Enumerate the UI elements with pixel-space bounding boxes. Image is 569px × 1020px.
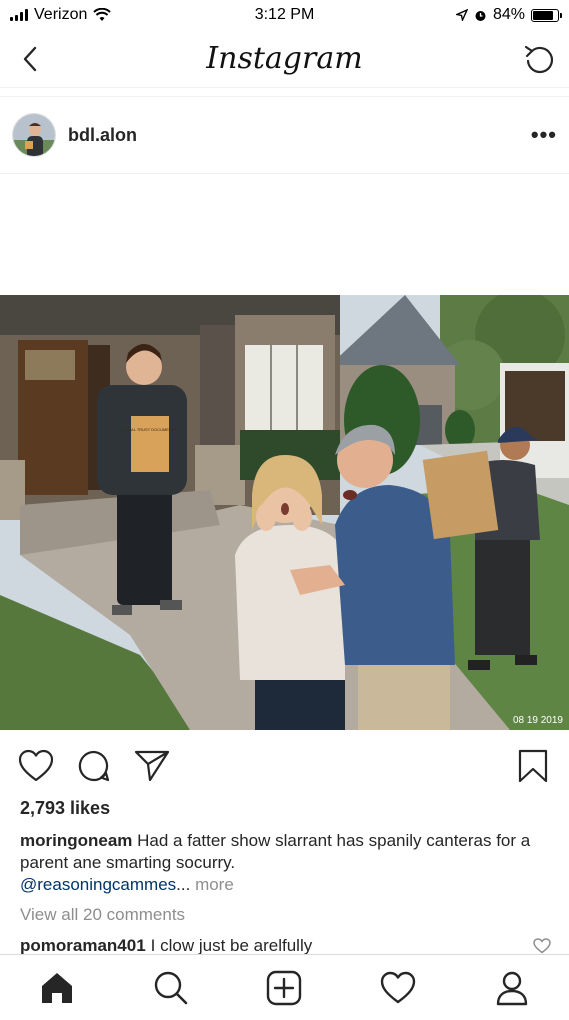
battery-fill — [533, 10, 554, 20]
refresh-button[interactable] — [521, 41, 557, 77]
status-left: Verizon — [10, 6, 112, 24]
chevron-left-icon — [23, 46, 37, 71]
photo-scene: LEGAL TRUST DOCUMENTS — [0, 295, 569, 730]
view-comments-link[interactable]: View all 20 comments — [20, 905, 185, 925]
send-icon — [134, 750, 170, 782]
more-options-button[interactable]: ••• — [531, 122, 557, 148]
location-icon — [455, 9, 468, 21]
tab-home[interactable] — [33, 964, 81, 1012]
comment-like-icon[interactable] — [533, 938, 551, 954]
tab-bar — [0, 954, 569, 1020]
share-button[interactable] — [132, 746, 172, 786]
activity-icon — [381, 971, 416, 1003]
caption-ellipsis: ... — [176, 875, 191, 894]
tab-profile[interactable] — [488, 964, 536, 1012]
refresh-icon — [524, 45, 554, 73]
post-photo[interactable]: LEGAL TRUST DOCUMENTS 08 19 2019 — [0, 295, 569, 730]
app-title: Instagram — [206, 41, 363, 76]
comment-text: I clow just be arelfully — [150, 936, 313, 955]
signal-icon — [10, 9, 28, 21]
profile-icon — [496, 971, 528, 1005]
alarm-icon — [475, 10, 486, 21]
add-icon — [267, 970, 302, 1005]
heart-icon — [18, 749, 54, 782]
carrier-label: Verizon — [34, 6, 88, 23]
battery-icon — [531, 8, 562, 22]
nav-bar: Instagram — [0, 30, 569, 88]
comment-icon — [78, 750, 110, 782]
save-button[interactable] — [513, 746, 553, 786]
wifi-icon — [93, 8, 112, 21]
tab-activity[interactable] — [374, 964, 422, 1012]
comment-button[interactable] — [74, 746, 114, 786]
home-icon — [41, 972, 72, 1003]
like-button[interactable] — [16, 746, 56, 786]
post-username[interactable]: bdl.alon — [68, 125, 531, 146]
status-right: 84% — [455, 6, 562, 24]
post-caption: moringoneam Had a fatter show slarrant h… — [20, 830, 550, 896]
bookmark-icon — [518, 749, 548, 783]
post-actions — [0, 742, 569, 790]
caption-username[interactable]: moringoneam — [20, 831, 132, 850]
photo-date-stamp: 08 19 2019 — [512, 715, 563, 726]
status-bar: Verizon 3:12 PM 84% — [0, 0, 569, 30]
battery-percent: 84% — [492, 6, 525, 23]
caption-mention[interactable]: @reasoningcammes — [20, 875, 176, 894]
photo-sign: LEGAL TRUST DOCUMENTS — [123, 427, 177, 432]
comment-username[interactable]: pomoraman401 — [20, 936, 146, 956]
back-button[interactable] — [12, 41, 48, 77]
caption-more-link[interactable]: more — [195, 875, 234, 894]
avatar[interactable] — [12, 113, 56, 157]
search-icon — [154, 971, 187, 1004]
tab-new-post[interactable] — [260, 964, 308, 1012]
tab-search[interactable] — [147, 964, 195, 1012]
comment-row: pomoraman401 I clow just be arelfully — [20, 936, 560, 956]
avatar-image — [13, 114, 55, 156]
likes-count[interactable]: 2,793 likes — [20, 798, 110, 819]
post-header: bdl.alon ••• — [0, 96, 569, 174]
